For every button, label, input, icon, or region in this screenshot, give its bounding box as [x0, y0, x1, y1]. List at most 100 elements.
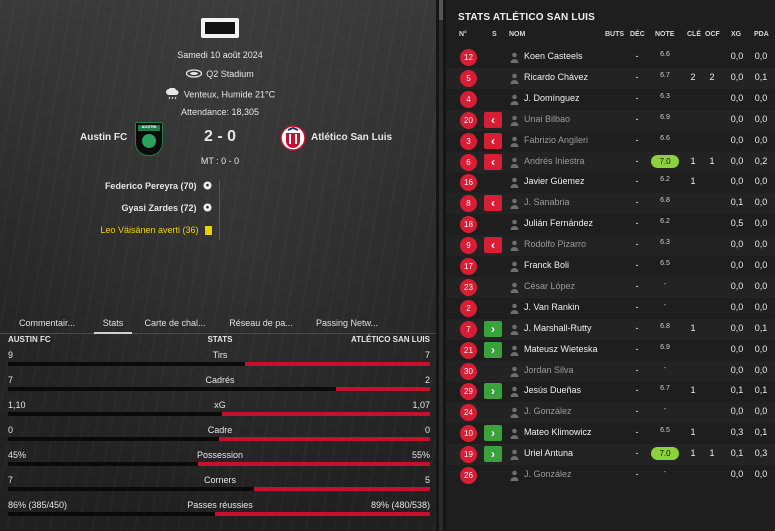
halftime-score: MT : 0 - 0 [200, 156, 240, 166]
key-pass-value: 1 [690, 155, 696, 166]
rating-value: 6.5 [660, 260, 670, 267]
player-row[interactable]: 4 J. Domínguez - 6.3 0,0 0,0 [446, 89, 775, 110]
pda-value: 0,2 [754, 155, 768, 166]
stat-home-value: 7 [8, 375, 14, 385]
tab-pass-network[interactable]: Réseau de pa... [218, 313, 304, 333]
person-icon [510, 177, 519, 189]
player-name[interactable]: Uriel Antuna [524, 448, 573, 458]
shirt-number: 8 [460, 195, 477, 213]
dec-value: - [635, 51, 639, 61]
player-name[interactable]: Unai Bilbao [524, 114, 570, 124]
dec-value: - [635, 260, 639, 270]
player-name[interactable]: Jordan Silva [524, 365, 574, 375]
player-name[interactable]: J. Marshall-Rutty [524, 323, 592, 333]
player-row[interactable]: 26 J. González - - 0,0 0,0 [446, 465, 775, 486]
away-team-name[interactable]: Atlético San Luis [311, 132, 392, 143]
person-icon [510, 52, 519, 63]
player-row[interactable]: 16 Javier Güemez - 6.2 1 0,0 0,0 [446, 172, 775, 193]
player-row[interactable]: 17 Franck Boli - 6.5 0,0 0,0 [446, 256, 775, 277]
event-text: Leo Väisänen averti (36) [100, 225, 199, 235]
player-name[interactable]: J. González [524, 406, 572, 416]
player-row[interactable]: 20 ‹ Unai Bilbao - 6.9 0,0 0,0 [446, 109, 775, 131]
scrollbar-thumb[interactable] [439, 0, 443, 20]
atletico-san-luis-crest[interactable] [280, 125, 306, 151]
player-row[interactable]: 21 › Mateusz Wieteska - 6.9 0,0 0,0 [446, 340, 775, 361]
stat-name: xG [214, 400, 226, 410]
stat-home-value: 45% [8, 450, 27, 460]
player-row[interactable]: 8 ‹ J. Sanabria - 6.8 0,1 0,0 [446, 193, 775, 215]
col-goals[interactable]: BUTS [605, 31, 624, 38]
rating-value: - [663, 364, 667, 372]
tab-stats[interactable]: Stats [94, 313, 132, 334]
player-row[interactable]: 23 César López - - 0,0 0,0 [446, 276, 775, 298]
player-name[interactable]: Rodolfo Pizarro [524, 239, 586, 249]
col-dec[interactable]: DÉC [630, 31, 645, 38]
stat-home-value: 0 [8, 425, 14, 435]
player-row[interactable]: 5 Ricardo Chávez - 6.7 2 2 0,0 0,1 [446, 67, 775, 89]
player-row[interactable]: 12 Koen Casteels - 6.6 0,0 0,0 [446, 47, 775, 68]
col-ocf[interactable]: OCF [705, 31, 720, 38]
chevron-right-icon: › [484, 383, 502, 400]
col-sub[interactable]: S [492, 31, 497, 38]
ocf-value: 1 [709, 448, 715, 459]
player-row[interactable]: 30 Jordan Silva - - 0,0 0,0 [446, 360, 775, 382]
goal-event: Federico Pereyra (70) [105, 181, 212, 192]
stat-row: 7 Cadrés 2 [0, 373, 436, 398]
stat-bar [8, 362, 430, 366]
player-row[interactable]: 18 Julián Fernández - 6.2 0,5 0,0 [446, 214, 775, 235]
player-row[interactable]: 2 J. Van Rankin - - 0,0 0,0 [446, 298, 775, 319]
player-name[interactable]: Andrés Iniestra [524, 156, 585, 166]
stat-bar [8, 512, 430, 516]
col-note[interactable]: NOTE [655, 31, 674, 38]
rating-value: 6.3 [660, 239, 670, 247]
player-row[interactable]: 7 › J. Marshall-Rutty - 6.8 1 0,0 0,1 [446, 318, 775, 340]
player-row[interactable]: 10 › Mateo Klimowicz - 6.5 1 0,3 0,1 [446, 423, 775, 444]
austin-fc-crest[interactable]: AUSTIN [135, 122, 163, 156]
player-name[interactable]: César López [524, 281, 575, 291]
tab-heatmap[interactable]: Carte de chal... [132, 313, 218, 333]
player-row[interactable]: 19 › Uriel Antuna - 7.0 1 1 0,1 0,3 [446, 444, 775, 466]
player-row[interactable]: 24 J. González - - 0,0 0,0 [446, 402, 775, 424]
col-num[interactable]: N° [459, 31, 467, 38]
person-icon [510, 303, 519, 314]
col-xg[interactable]: XG [731, 31, 741, 38]
col-pda[interactable]: PDA [754, 31, 769, 38]
player-row[interactable]: 9 ‹ Rodolfo Pizarro - 6.3 0,0 0,0 [446, 235, 775, 257]
tab-passing-network[interactable]: Passing Netw... [304, 313, 390, 333]
player-row[interactable]: 6 ‹ Andrés Iniestra - 7.0 1 1 0,0 0,2 [446, 151, 775, 173]
player-row[interactable]: 29 › Jesús Dueñas - 6.7 1 0,1 0,1 [446, 381, 775, 402]
player-name[interactable]: Javier Güemez [524, 176, 585, 186]
rating-value: 6.6 [660, 51, 670, 58]
player-name[interactable]: Mateusz Wieteska [524, 344, 598, 354]
player-name[interactable]: Ricardo Chávez [524, 72, 588, 82]
col-key[interactable]: CLÉ [687, 31, 701, 38]
player-name[interactable]: Koen Casteels [524, 51, 583, 61]
player-name[interactable]: J. Van Rankin [524, 302, 579, 312]
rating-value: 6.5 [660, 427, 670, 435]
player-name[interactable]: Franck Boli [524, 260, 569, 270]
shirt-number: 4 [460, 90, 477, 108]
tab-commentary[interactable]: Commentair... [0, 313, 94, 333]
player-name[interactable]: Jesús Dueñas [524, 385, 581, 395]
chevron-left-icon: ‹ [484, 111, 502, 128]
scrollbar-track[interactable] [439, 0, 443, 531]
player-name[interactable]: J. Domínguez [524, 93, 580, 103]
shirt-number: 30 [460, 362, 477, 380]
dec-value: - [635, 113, 639, 124]
stats-away-label: ATLÉTICO SAN LUIS [351, 335, 430, 344]
player-name[interactable]: Fabrizio Angileri [524, 135, 588, 145]
stat-bar [8, 412, 430, 416]
player-row[interactable]: 3 ‹ Fabrizio Angileri - 6.6 0,0 0,0 [446, 131, 775, 152]
player-name[interactable]: Julián Fernández [524, 218, 593, 228]
player-name[interactable]: J. Sanabria [524, 197, 570, 207]
shirt-number: 10 [460, 425, 477, 443]
crest-text: AUSTIN [141, 124, 157, 129]
player-name[interactable]: J. González [524, 469, 572, 479]
xg-value: 0,1 [730, 197, 744, 208]
home-team-name[interactable]: Austin FC [80, 132, 127, 143]
pda-value: 0,0 [754, 218, 768, 229]
col-name[interactable]: NOM [509, 31, 525, 38]
key-pass-value: 1 [690, 385, 696, 396]
player-name[interactable]: Mateo Klimowicz [524, 427, 592, 437]
person-icon [510, 157, 519, 168]
